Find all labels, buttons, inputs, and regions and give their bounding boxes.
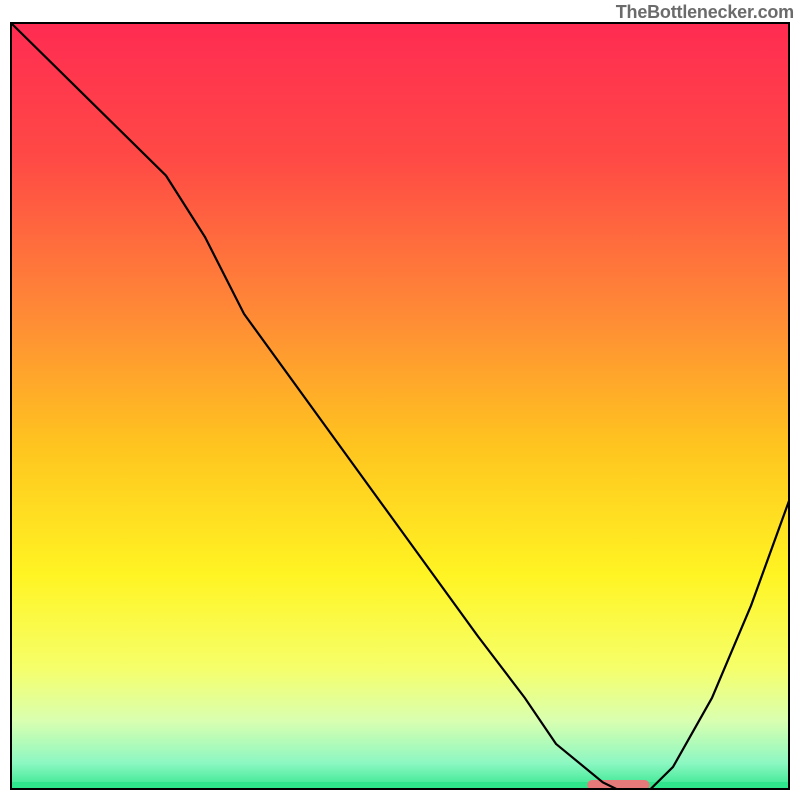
chart-svg [10,22,790,790]
bottleneck-chart [10,22,790,790]
attribution-text: TheBottlenecker.com [616,2,794,23]
chart-stage: TheBottlenecker.com [0,0,800,800]
